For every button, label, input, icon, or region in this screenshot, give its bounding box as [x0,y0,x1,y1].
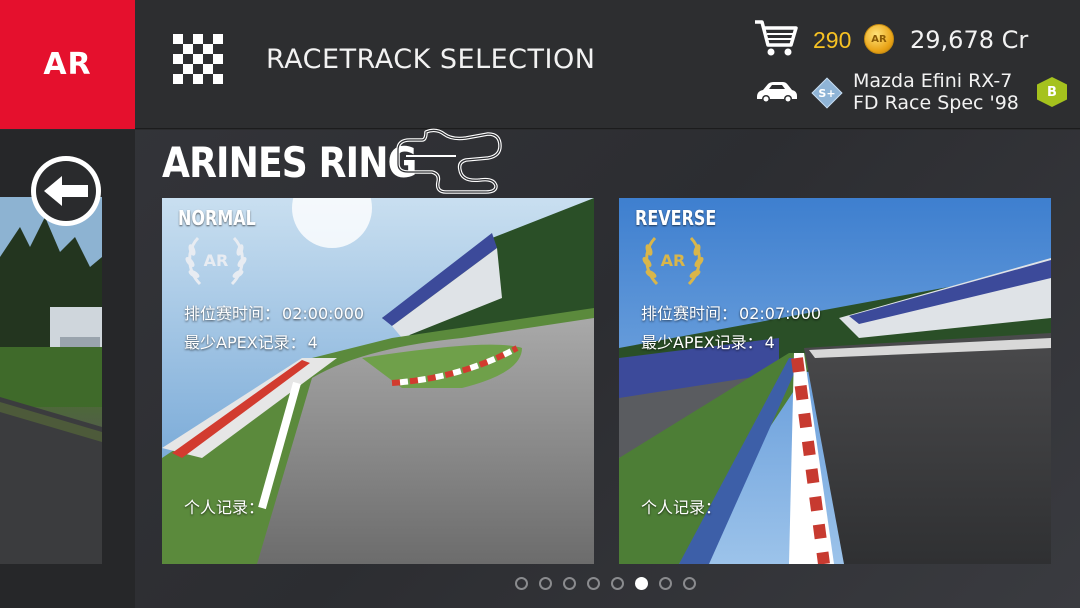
card-mode-title: REVERSE [635,206,717,230]
page-dot[interactable] [635,577,648,590]
track-name: ARINES RING [162,138,417,187]
page-dot[interactable] [683,577,696,590]
personal-record: 个人记录： [184,494,264,518]
qualifying-time-value: 02:07:000 [739,304,822,323]
qualifying-time-label: 排位赛时间： [184,304,281,323]
min-apex-value: 4 [764,333,775,352]
page-dot[interactable] [539,577,552,590]
credits-amount: 29,678 Cr [910,26,1029,54]
personal-record: 个人记录： [641,494,721,518]
min-apex-record: 最少APEX记录： 4 [641,329,775,353]
qualifying-time-label: 排位赛时间： [641,304,738,323]
page-dot[interactable] [563,577,576,590]
page-dot[interactable] [611,577,624,590]
page-dot[interactable] [515,577,528,590]
card-mode-title: NORMAL [178,206,256,230]
min-apex-label: 最少APEX记录： [641,333,763,352]
laurel-badge-icon: AR [185,236,247,286]
qualifying-time: 排位赛时间： 02:00:000 [184,300,364,324]
page-dot[interactable] [659,577,672,590]
ar-logo[interactable]: AR [0,0,135,129]
personal-record-label: 个人记录： [184,498,265,517]
checkered-flag-icon [173,34,223,84]
gold-coin-icon: AR [864,24,894,54]
laurel-badge-icon: AR [642,236,704,286]
min-apex-label: 最少APEX记录： [184,333,306,352]
car-class-badge: B [1036,76,1068,108]
car-class-text: B [1047,84,1057,100]
logo-text: AR [43,47,92,82]
laurel-badge-text: AR [204,251,229,270]
track-map-icon [396,128,502,194]
car-name[interactable]: Mazda Efini RX-7 FD Race Spec '98 [853,70,1033,114]
page-indicator [515,577,696,591]
top-bar: AR RACETRACK SELECTION 290 AR 29,678 Cr … [0,0,1080,129]
gold-amount: 290 [813,27,852,53]
track-card-normal[interactable]: NORMAL AR 排位赛时间： 02:00:000 最少APEX记录： 4 个人记… [162,198,594,564]
car-name-line2: FD Race Spec '98 [853,92,1019,114]
qualifying-time: 排位赛时间： 02:07:000 [641,300,821,324]
back-button[interactable] [31,156,101,226]
car-rank-text: S+ [818,86,836,100]
min-apex-record: 最少APEX记录： 4 [184,329,318,353]
previous-track-preview[interactable] [0,197,102,564]
car-icon[interactable] [755,80,799,104]
previous-track-scene [0,197,102,564]
personal-record-label: 个人记录： [641,498,722,517]
back-arrow-icon [44,176,88,206]
shopping-cart-icon[interactable] [753,18,799,58]
car-name-line1: Mazda Efini RX-7 [853,70,1013,92]
track-card-reverse[interactable]: REVERSE AR 排位赛时间： 02:07:000 最少APEX记录： 4 个人… [619,198,1051,564]
car-rank-badge: S+ [811,77,843,109]
page-dot[interactable] [587,577,600,590]
laurel-badge-text: AR [661,251,686,270]
qualifying-time-value: 02:00:000 [282,304,365,323]
page-title: RACETRACK SELECTION [266,44,596,75]
min-apex-value: 4 [307,333,318,352]
